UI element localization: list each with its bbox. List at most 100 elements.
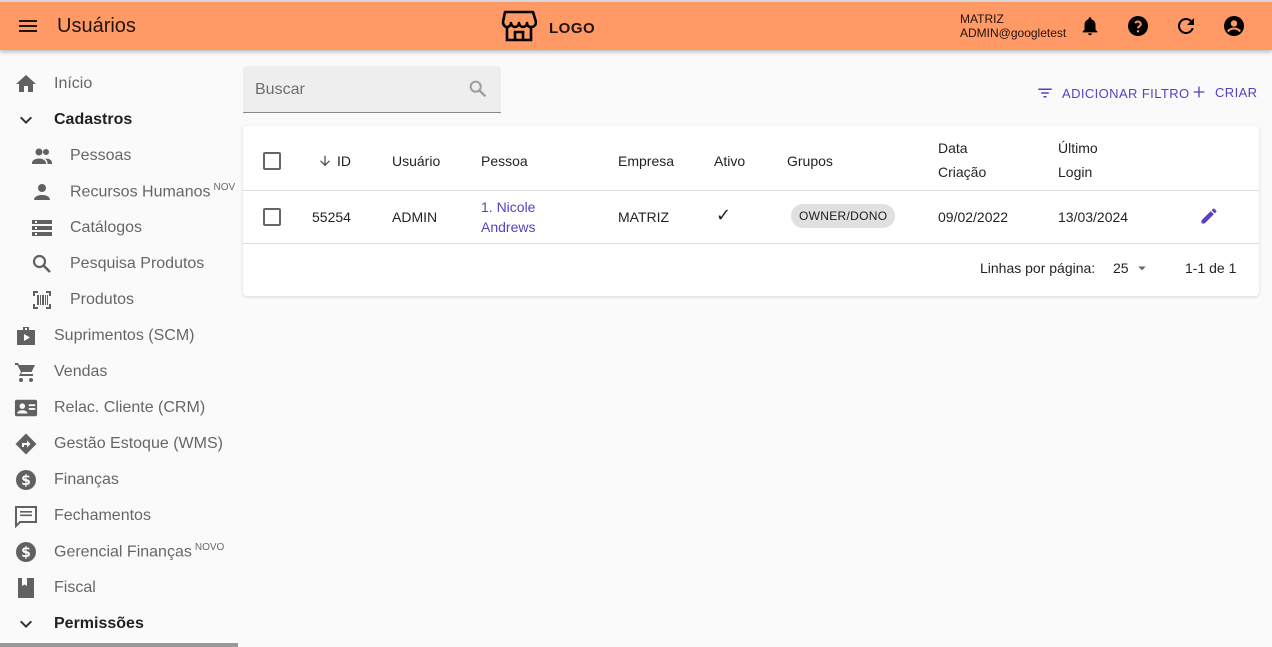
filter-icon — [1036, 84, 1054, 102]
logo-text: LOGO — [549, 20, 596, 37]
sidebar-item-label: Gerencial Finanças NOVO — [54, 542, 225, 561]
sidebar-section-cadastros[interactable]: Cadastros — [0, 102, 240, 138]
bag-icon — [14, 324, 38, 348]
sidebar-item-label: Cadastros — [54, 111, 133, 128]
column-header-id[interactable]: ID — [317, 149, 351, 173]
create-label: CRIAR — [1215, 84, 1258, 100]
new-badge: NOVO — [194, 542, 225, 554]
sidebar-item-label: Vendas — [54, 363, 108, 380]
help-icon[interactable] — [1126, 14, 1150, 38]
page-title: Usuários — [57, 15, 136, 37]
dropdown-arrow-icon — [1133, 259, 1151, 277]
sidebar-item-label: Pesquisa Produtos — [70, 255, 205, 272]
refresh-icon[interactable] — [1174, 14, 1198, 38]
column-header-ultimo-login[interactable]: Último Login — [1058, 136, 1098, 184]
new-badge: NOV — [213, 182, 236, 194]
column-header-ativo[interactable]: Ativo — [714, 149, 745, 173]
search-field[interactable]: Buscar — [243, 66, 501, 113]
pagination-range: 1-1 de 1 — [1185, 260, 1237, 276]
dollar-icon: $ — [14, 468, 38, 492]
sidebar-item-inicio[interactable]: Início — [0, 66, 240, 102]
store-icon — [501, 9, 538, 48]
sidebar-section-permissoes[interactable]: Permissões — [0, 606, 240, 642]
sidebar-item-label: Catálogos — [70, 219, 143, 236]
sidebar-item-crm[interactable]: Relac. Cliente (CRM) — [0, 390, 240, 426]
account-icon[interactable] — [1222, 14, 1246, 38]
user-email: ADMIN@googletest — [960, 26, 1067, 40]
cell-data-criacao: 09/02/2022 — [938, 209, 1009, 225]
search-icon — [467, 78, 489, 105]
column-header-pessoa[interactable]: Pessoa — [481, 149, 528, 173]
app-bar: Usuários LOGO MATRIZ ADMIN@googletest — [0, 2, 1272, 50]
chevron-down-icon — [14, 612, 38, 636]
user-info: MATRIZ ADMIN@googletest — [960, 12, 1066, 40]
person-icon — [30, 180, 54, 204]
sidebar-item-produtos[interactable]: Produtos — [0, 282, 240, 318]
chevron-down-icon — [14, 108, 38, 132]
column-header-empresa[interactable]: Empresa — [618, 149, 674, 173]
sidebar-item-wms[interactable]: Gestão Estoque (WMS) — [0, 426, 240, 462]
sidebar-item-label: Produtos — [70, 291, 135, 308]
sidebar-item-financas[interactable]: $ Finanças — [0, 462, 240, 498]
svg-text:$: $ — [21, 545, 31, 561]
create-button[interactable]: CRIAR — [1191, 84, 1257, 100]
sidebar-item-label: Fiscal — [54, 579, 96, 596]
company-name: MATRIZ — [960, 12, 1004, 26]
sidebar-item-fechamentos[interactable]: Fechamentos — [0, 498, 240, 534]
group-chip: OWNER/DONO — [791, 204, 896, 228]
rows-per-page-select[interactable]: 25 — [1113, 259, 1151, 277]
add-filter-label: ADICIONAR FILTRO — [1062, 85, 1190, 101]
users-table: ID Usuário Pessoa Empresa Ativo Grupos D… — [243, 126, 1259, 296]
add-filter-button[interactable]: ADICIONAR FILTRO — [1036, 84, 1190, 102]
sidebar-item-label: Permissões — [54, 615, 144, 632]
sidebar-item-fiscal[interactable]: Fiscal — [0, 570, 240, 606]
sidebar-item-label: Suprimentos (SCM) — [54, 327, 195, 344]
sidebar-item-pessoas[interactable]: Pessoas — [0, 138, 240, 174]
sidebar-item-recursos-humanos[interactable]: Recursos Humanos NOV — [0, 174, 240, 210]
sidebar-item-suprimentos[interactable]: Suprimentos (SCM) — [0, 318, 240, 354]
list-icon — [30, 216, 54, 240]
edit-icon[interactable] — [1199, 206, 1219, 226]
cart-icon — [14, 360, 38, 384]
cell-id: 55254 — [312, 209, 351, 225]
cell-ultimo-login: 13/03/2024 — [1058, 209, 1129, 225]
menu-icon[interactable] — [16, 14, 40, 38]
sidebar-item-gerencial-financas[interactable]: $ Gerencial Finanças NOVO — [0, 534, 240, 570]
sidebar-item-label: Recursos Humanos NOV — [70, 182, 236, 201]
cell-empresa: MATRIZ — [618, 209, 670, 225]
cell-pessoa-link[interactable]: 1. Nicole Andrews — [481, 197, 535, 237]
sidebar-item-label: Finanças — [54, 471, 119, 488]
sidebar-item-pesquisa-produtos[interactable]: Pesquisa Produtos — [0, 246, 240, 282]
sidebar-item-label: Gestão Estoque (WMS) — [54, 435, 223, 452]
sidebar-item-label: Início — [54, 75, 93, 92]
check-icon: ✓ — [716, 205, 732, 225]
contact-card-icon — [14, 396, 38, 420]
book-icon — [14, 576, 38, 600]
people-icon — [30, 144, 54, 168]
svg-text:$: $ — [21, 473, 31, 489]
dollar-icon: $ — [14, 540, 38, 564]
search-icon — [30, 252, 54, 276]
sidebar-item-label: Fechamentos — [54, 507, 151, 524]
column-header-usuario[interactable]: Usuário — [392, 149, 440, 173]
sidebar-item-label: Pessoas — [70, 147, 132, 164]
message-icon — [14, 504, 38, 528]
row-checkbox[interactable] — [263, 208, 281, 226]
sidebar-item-catalogos[interactable]: Catálogos — [0, 210, 240, 246]
barcode-icon — [30, 288, 54, 312]
sidebar-item-vendas[interactable]: Vendas — [0, 354, 240, 390]
cell-usuario: ADMIN — [392, 209, 438, 225]
sidebar-scrollbar[interactable] — [0, 643, 238, 647]
home-icon — [14, 72, 38, 96]
column-header-data-criacao[interactable]: Data Criação — [938, 136, 986, 184]
arrow-down-icon — [317, 153, 333, 169]
notifications-icon[interactable] — [1078, 14, 1102, 38]
directions-icon — [14, 432, 38, 456]
column-header-grupos[interactable]: Grupos — [787, 149, 833, 173]
plus-icon — [1191, 84, 1207, 100]
logo: LOGO — [501, 9, 595, 48]
sidebar-item-label: Relac. Cliente (CRM) — [54, 399, 206, 416]
search-input[interactable]: Buscar — [255, 81, 305, 99]
rows-per-page-label: Linhas por página: — [980, 260, 1096, 276]
select-all-checkbox[interactable] — [263, 152, 281, 170]
